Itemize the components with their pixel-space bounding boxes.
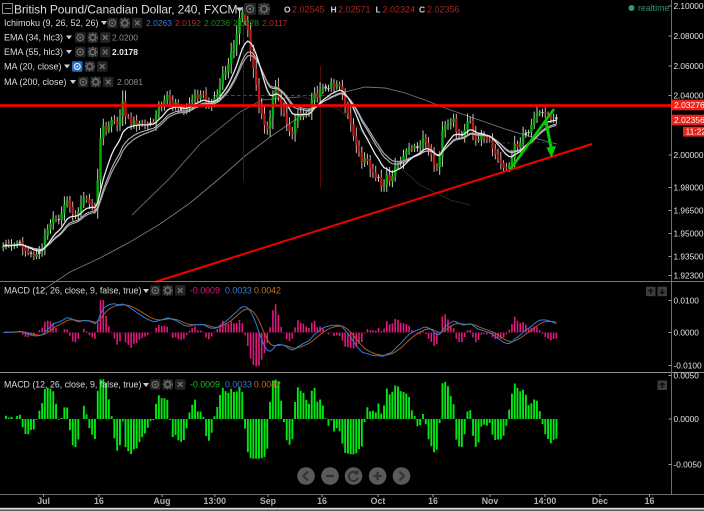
svg-text:2.02356: 2.02356: [427, 5, 460, 15]
svg-text:-0.0100: -0.0100: [674, 361, 703, 371]
svg-text:1.95000: 1.95000: [674, 229, 704, 239]
svg-text:2.02356: 2.02356: [674, 115, 704, 125]
svg-text:0.0042: 0.0042: [254, 380, 281, 390]
svg-text:O: O: [284, 5, 291, 15]
svg-text:2.0192: 2.0192: [175, 18, 201, 28]
svg-text:-0.0050: -0.0050: [674, 460, 703, 470]
svg-text:0.0000: 0.0000: [674, 328, 700, 338]
svg-text:2.00000: 2.00000: [674, 150, 704, 160]
svg-text:2.0178: 2.0178: [112, 47, 138, 57]
svg-text:1.98000: 1.98000: [674, 183, 704, 193]
svg-text:0.0042: 0.0042: [254, 286, 281, 296]
svg-text:1.96500: 1.96500: [674, 206, 704, 216]
svg-text:2.03276: 2.03276: [674, 100, 704, 110]
svg-text:realtime: realtime: [638, 3, 669, 13]
svg-text:EMA (34, hlc3): EMA (34, hlc3): [4, 33, 63, 43]
svg-text:Dec: Dec: [592, 496, 608, 506]
svg-text:2.0200: 2.0200: [112, 33, 138, 43]
svg-text:Sep: Sep: [260, 496, 277, 506]
svg-text:13:00: 13:00: [204, 496, 227, 506]
svg-text:2.0081: 2.0081: [117, 77, 143, 87]
svg-text:1.93500: 1.93500: [674, 252, 704, 262]
svg-text:1.92300: 1.92300: [674, 271, 704, 281]
svg-text:Jul: Jul: [37, 496, 50, 506]
svg-text:Ichimoku (9, 26, 52, 26): Ichimoku (9, 26, 52, 26): [4, 18, 99, 28]
svg-text:2.02545: 2.02545: [292, 5, 325, 15]
svg-text:2.02324: 2.02324: [383, 5, 416, 15]
svg-text:Nov: Nov: [482, 496, 499, 506]
svg-text:MA (200, close): MA (200, close): [4, 77, 67, 87]
svg-text:16: 16: [94, 496, 104, 506]
svg-text:2.04000: 2.04000: [674, 91, 704, 101]
svg-text:11:22: 11:22: [686, 126, 704, 136]
svg-text:0.0033: 0.0033: [225, 286, 252, 296]
svg-text:-0.0009: -0.0009: [190, 286, 220, 296]
svg-text:C: C: [419, 5, 425, 15]
svg-text:-0.0009: -0.0009: [190, 380, 220, 390]
svg-text:H: H: [331, 5, 337, 15]
svg-text:16: 16: [317, 496, 327, 506]
svg-text:2.08000: 2.08000: [674, 31, 704, 41]
svg-text:2.06000: 2.06000: [674, 61, 704, 71]
svg-text:MA (20, close): MA (20, close): [4, 62, 62, 72]
svg-text:2.02571: 2.02571: [338, 5, 371, 15]
svg-text:0.0000: 0.0000: [674, 414, 700, 424]
svg-text:2.10000: 2.10000: [674, 1, 704, 11]
svg-text:MACD (12, 26, close, 9, false,: MACD (12, 26, close, 9, false, true): [4, 286, 141, 296]
svg-text:2.0236: 2.0236: [204, 18, 230, 28]
svg-text:0.0033: 0.0033: [225, 380, 252, 390]
svg-text:2.0117: 2.0117: [262, 18, 288, 28]
svg-text:Oct: Oct: [371, 496, 386, 506]
svg-text:2.0228: 2.0228: [233, 18, 259, 28]
svg-text:L: L: [376, 5, 381, 15]
svg-text:16: 16: [428, 496, 438, 506]
svg-text:2.0263: 2.0263: [146, 18, 172, 28]
svg-text:0.0050: 0.0050: [674, 371, 700, 381]
svg-text:EMA (55, hlc3): EMA (55, hlc3): [4, 47, 63, 57]
svg-text:British Pound/Canadian Dollar,: British Pound/Canadian Dollar, 240, FXCM: [14, 3, 238, 17]
svg-text:14:00: 14:00: [534, 496, 557, 506]
svg-text:16: 16: [645, 496, 655, 506]
svg-text:0.0100: 0.0100: [674, 296, 700, 306]
svg-text:MACD (12, 26, close, 9, false,: MACD (12, 26, close, 9, false, true): [4, 380, 141, 390]
svg-text:Aug: Aug: [153, 496, 170, 506]
